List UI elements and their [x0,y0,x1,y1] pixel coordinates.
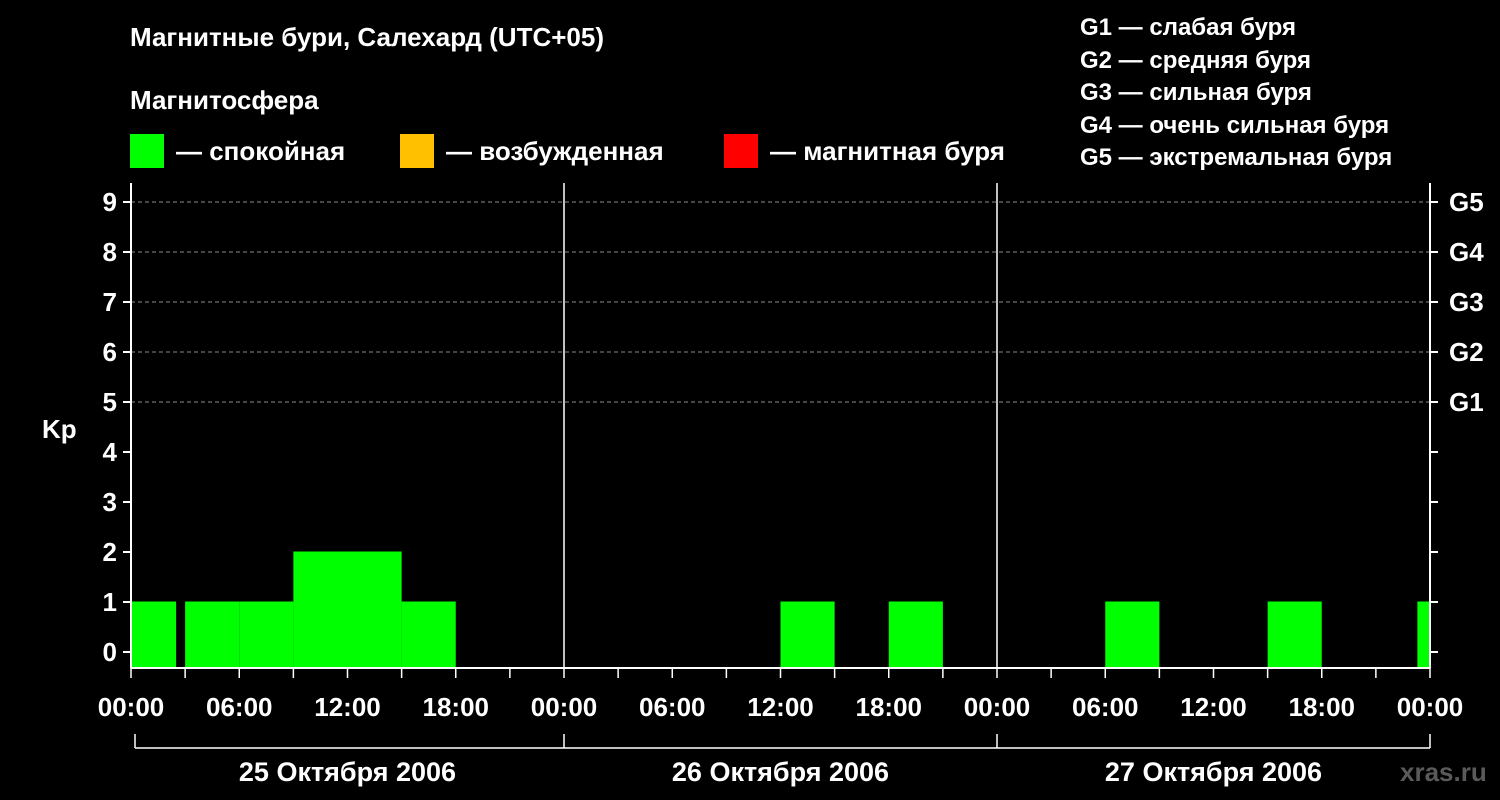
y-tick-label: 4 [103,437,118,467]
kp-bar [401,601,456,668]
y-tick-label: 1 [103,587,117,617]
kp-bar [239,601,294,668]
x-tick-label: 06:00 [206,692,273,722]
kp-bar [347,551,402,668]
kp-bar [131,601,177,668]
x-tick-label: 12:00 [747,692,814,722]
x-tick-label: 06:00 [639,692,706,722]
kp-bar [185,601,240,668]
y-tick-label: 8 [103,237,117,267]
x-tick-label: 00:00 [531,692,598,722]
x-tick-label: 18:00 [1289,692,1356,722]
x-tick-label: 12:00 [1180,692,1247,722]
y-tick-label: 2 [103,537,117,567]
y-tick-label: 9 [103,187,117,217]
g-scale-label: G4 [1449,237,1484,267]
y-tick-label: 0 [103,637,117,667]
kp-bar [293,551,348,668]
x-tick-label: 00:00 [98,692,165,722]
watermark: xras.ru [1400,757,1487,787]
y-axis-label: Kp [42,414,77,444]
y-tick-label: 7 [103,287,117,317]
kp-bar [780,601,835,668]
x-tick-label: 00:00 [1397,692,1464,722]
x-tick-label: 00:00 [964,692,1031,722]
x-tick-label: 18:00 [423,692,490,722]
g-scale-label: G2 [1449,337,1484,367]
x-tick-label: 06:00 [1072,692,1139,722]
kp-chart: 0 1 2 3 4 5 6 7 8 9 G1 G2 G3 G4 G5 Kp 00:00 06:00 12:00 18:… [42,183,1484,787]
day-label: 27 Октября 2006 [1105,757,1322,787]
x-tick-label: 18:00 [856,692,923,722]
g-scale-label: G1 [1449,387,1484,417]
kp-bar [888,601,943,668]
kp-bar [1105,601,1160,668]
y-tick-label: 6 [103,337,117,367]
x-tick-label: 12:00 [314,692,381,722]
kp-bar [1417,601,1430,668]
y-tick-label: 5 [103,387,117,417]
kp-bar [1267,601,1322,668]
g-scale-label: G5 [1449,187,1484,217]
g-scale-label: G3 [1449,287,1484,317]
day-label: 25 Октября 2006 [239,757,456,787]
day-label: 26 Октября 2006 [672,757,889,787]
y-tick-label: 3 [103,487,117,517]
